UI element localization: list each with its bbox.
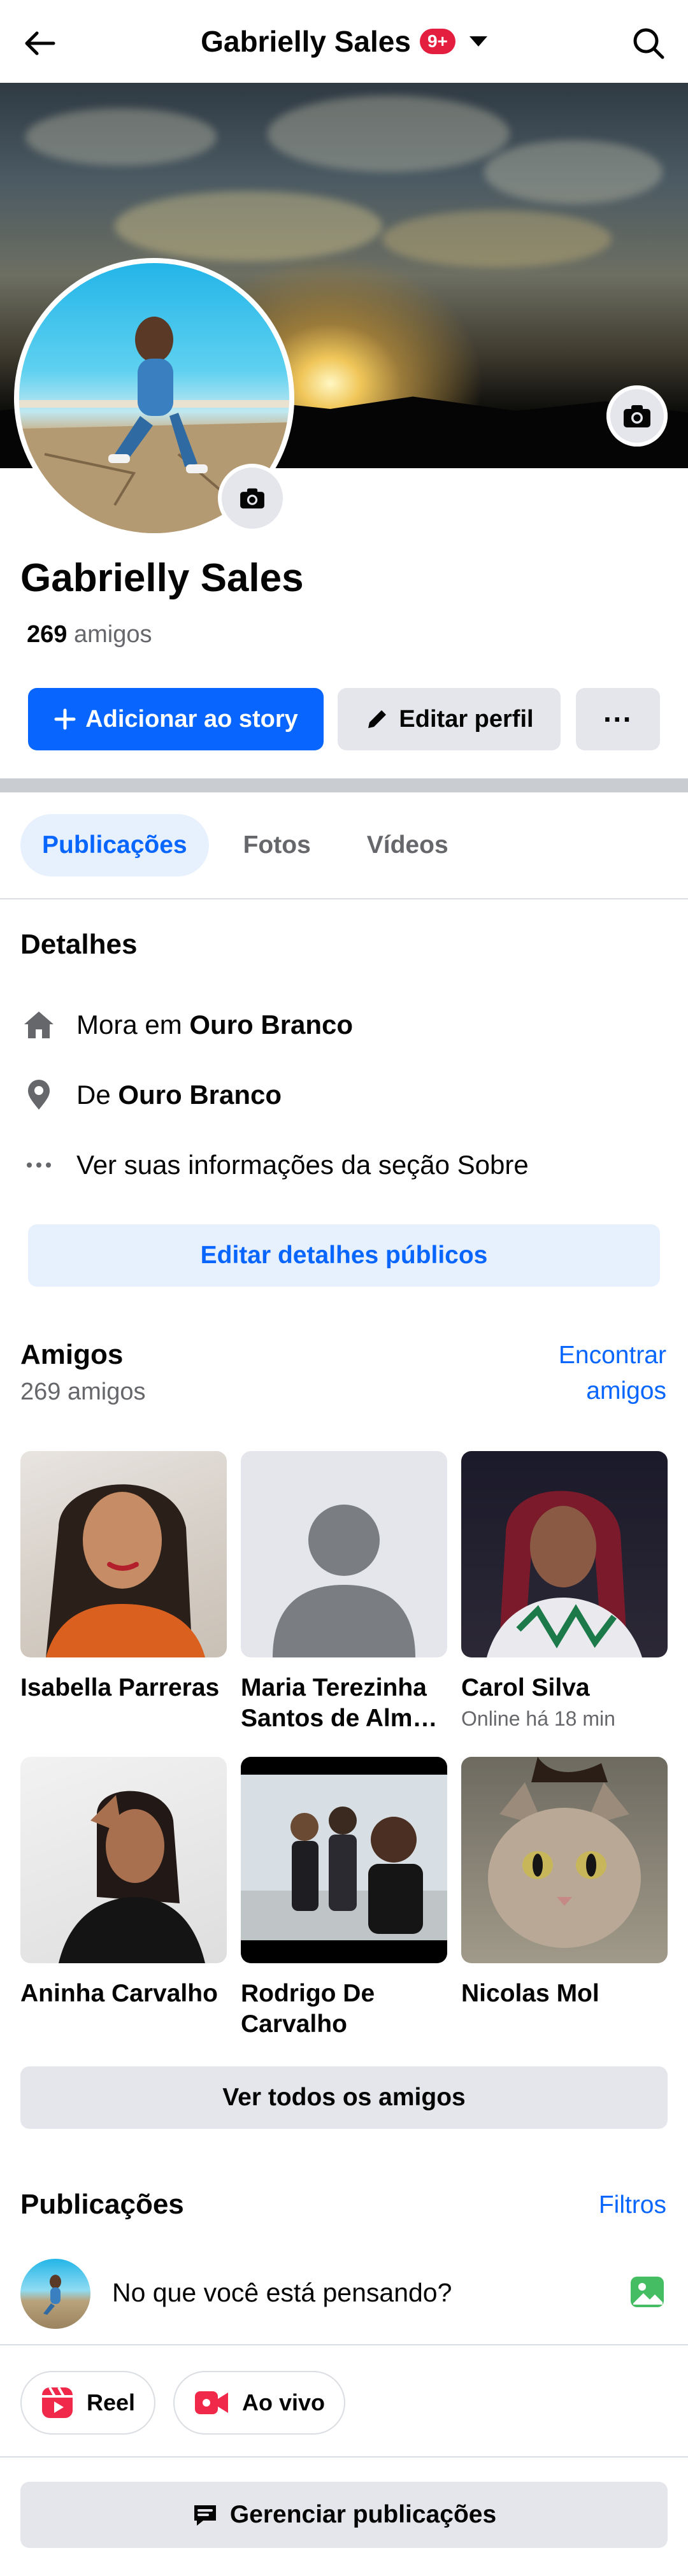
tab-videos[interactable]: Vídeos: [345, 814, 470, 877]
add-to-story-label: Adicionar ao story: [85, 705, 298, 733]
actions-divider: [0, 2456, 688, 2458]
friend-card[interactable]: Nicolas Mol: [461, 1757, 668, 2009]
profile-friends-count[interactable]: 269 amigos: [27, 621, 152, 648]
post-composer[interactable]: No que você está pensando?: [0, 2251, 688, 2334]
camera-icon: [240, 488, 264, 509]
tab-fotos[interactable]: Fotos: [222, 814, 333, 877]
live-video-icon: [195, 2391, 228, 2414]
details-title: Detalhes: [20, 929, 138, 960]
friend-photo: [20, 1451, 227, 1657]
composer-prompt: No que você está pensando?: [112, 2278, 452, 2307]
manage-posts-label: Gerenciar publicações: [229, 2501, 497, 2528]
find-friends-line1: Encontrar: [558, 1342, 666, 1369]
top-bar: Gabrielly Sales 9+: [0, 0, 688, 83]
profile-switcher[interactable]: Gabrielly Sales 9+: [0, 0, 688, 83]
friend-photo: [461, 1757, 668, 1963]
friend-name: Maria Terezinha Santos de Alm…: [241, 1674, 438, 1732]
home-icon: [20, 1006, 57, 1043]
edit-profile-label: Editar perfil: [399, 705, 534, 733]
reel-label: Reel: [87, 2389, 136, 2415]
friend-name: Aninha Carvalho: [20, 1980, 218, 2007]
find-friends-line2: amigos: [586, 1377, 666, 1405]
photo-icon[interactable]: [628, 2273, 666, 2311]
add-to-story-button[interactable]: Adicionar ao story: [28, 688, 324, 750]
friend-name: Isabella Parreras: [20, 1674, 220, 1701]
find-friends-link[interactable]: Encontrar amigos: [559, 1338, 666, 1409]
lives-place: Ouro Branco: [189, 1010, 354, 1040]
friend-card[interactable]: Aninha Carvalho: [20, 1757, 227, 2009]
friends-number: 269: [27, 621, 68, 648]
ellipsis-icon: [20, 1147, 57, 1184]
live-button[interactable]: Ao vivo: [173, 2371, 346, 2435]
from-prefix: De: [76, 1080, 118, 1110]
notification-badge: 9+: [419, 29, 455, 54]
friend-name: Carol Silva: [461, 1674, 590, 1701]
friend-name: Nicolas Mol: [461, 1980, 599, 2007]
manage-posts-button[interactable]: Gerenciar publicações: [20, 2482, 668, 2548]
edit-public-details-button[interactable]: Editar detalhes públicos: [28, 1224, 660, 1287]
page-title: Gabrielly Sales: [201, 25, 411, 58]
chevron-down-icon: [469, 36, 487, 47]
detail-from: De Ouro Branco: [20, 1077, 282, 1113]
friend-card[interactable]: Maria Terezinha Santos de Alm…: [241, 1451, 447, 1734]
friend-card[interactable]: Carol Silva Online há 18 min: [461, 1451, 668, 1731]
from-place: Ouro Branco: [118, 1080, 282, 1110]
manage-posts-icon: [194, 2505, 216, 2526]
friend-card[interactable]: Rodrigo De Carvalho: [241, 1757, 447, 2040]
plus-icon: [54, 708, 76, 730]
about-label: Ver suas informações da seção Sobre: [76, 1150, 529, 1180]
pencil-icon: [368, 710, 387, 728]
profile-page: Gabrielly Sales 9+ Gabrielly Sales 269 a…: [0, 0, 688, 2576]
detail-about-link[interactable]: Ver suas informações da seção Sobre: [20, 1147, 529, 1184]
friend-photo: [461, 1451, 668, 1657]
detail-lives-in: Mora em Ouro Branco: [20, 1006, 353, 1043]
camera-icon: [624, 405, 650, 427]
friends-title: Amigos: [20, 1339, 124, 1370]
section-divider: [0, 778, 688, 792]
tab-publicacoes[interactable]: Publicações: [20, 814, 209, 877]
friend-online-status: Online há 18 min: [461, 1707, 615, 1730]
cover-camera-button[interactable]: [606, 385, 668, 447]
filters-link[interactable]: Filtros: [599, 2187, 666, 2223]
reel-button[interactable]: Reel: [20, 2371, 156, 2435]
friend-card[interactable]: Isabella Parreras: [20, 1451, 227, 1703]
location-pin-icon: [20, 1077, 57, 1113]
posts-title: Publicações: [20, 2189, 184, 2220]
avatar-camera-button[interactable]: [218, 464, 287, 533]
friends-subcount: 269 amigos: [20, 1378, 146, 1405]
see-all-friends-button[interactable]: Ver todos os amigos: [20, 2066, 668, 2129]
more-options-button[interactable]: ···: [576, 688, 660, 750]
avatar: [20, 2259, 90, 2329]
default-avatar-icon: [241, 1451, 447, 1657]
friend-photo: [241, 1757, 447, 1963]
search-icon[interactable]: [628, 23, 669, 64]
profile-name: Gabrielly Sales: [20, 556, 304, 600]
edit-profile-button[interactable]: Editar perfil: [338, 688, 561, 750]
tabs-divider: [0, 898, 688, 899]
reel-icon: [42, 2387, 73, 2418]
profile-tabs: Publicações Fotos Vídeos: [20, 814, 470, 877]
live-label: Ao vivo: [242, 2389, 326, 2415]
ellipsis-icon: ···: [603, 703, 633, 736]
friend-name: Rodrigo De Carvalho: [241, 1980, 375, 2038]
friends-word: amigos: [73, 621, 152, 648]
friend-photo: [20, 1757, 227, 1963]
lives-prefix: Mora em: [76, 1010, 190, 1040]
